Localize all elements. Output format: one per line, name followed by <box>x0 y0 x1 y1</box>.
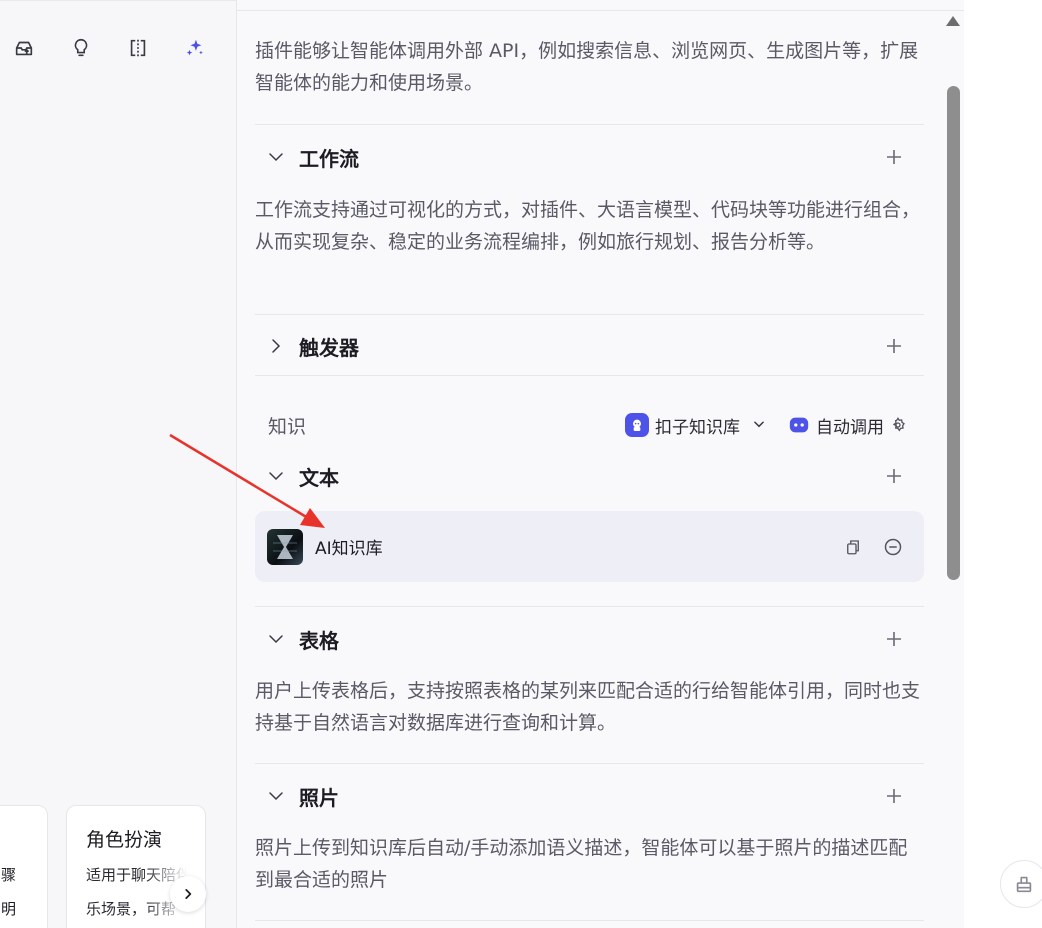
section-title: 表格 <box>299 628 339 653</box>
scrollbar-thumb[interactable] <box>947 86 960 580</box>
left-toolbar <box>10 34 236 62</box>
section-header-photo[interactable]: 照片 <box>255 776 924 816</box>
section-title: 照片 <box>299 785 339 810</box>
kb-type-select[interactable]: 扣子知识库 <box>625 413 788 438</box>
brush-icon <box>1016 876 1032 893</box>
inbox-upload-icon[interactable] <box>10 34 38 62</box>
bot-avatar-icon <box>625 413 649 437</box>
card-text: 骤 <box>1 866 17 884</box>
add-icon[interactable] <box>884 466 904 486</box>
carousel-next-button[interactable] <box>170 876 206 912</box>
skills-panel: 插件能够让智能体调用外部 API，例如搜索信息、浏览网页、生成图片等，扩展智能体… <box>237 0 964 928</box>
floating-tool-button[interactable] <box>1000 860 1042 908</box>
card-text: 明 <box>1 900 17 918</box>
divider <box>237 10 964 11</box>
kb-select-label: 扣子知识库 <box>655 417 740 438</box>
chevron-down-icon[interactable] <box>255 787 299 805</box>
plugins-description: 插件能够让智能体调用外部 API，例如搜索信息、浏览网页、生成图片等，扩展智能体… <box>255 40 919 94</box>
add-icon[interactable] <box>884 336 904 356</box>
chevron-right-icon <box>185 889 192 899</box>
divider <box>0 0 236 1</box>
divider <box>255 763 924 764</box>
kb-name: AI知识库 <box>315 539 383 559</box>
kb-thumbnail <box>267 528 303 565</box>
knowledge-label: 知识 <box>268 415 307 438</box>
left-panel: 骤 明 角色扮演 适用于聊天陪伴 乐场景，可帮 <box>0 0 237 928</box>
section-header-workflow[interactable]: 工作流 <box>255 137 924 177</box>
chevron-down-icon[interactable] <box>255 148 299 166</box>
copy-icon[interactable] <box>842 536 864 558</box>
auto-call-toggle[interactable]: 自动调用 <box>788 413 906 438</box>
card-title: 角色扮演 <box>86 829 163 851</box>
add-icon[interactable] <box>884 629 904 649</box>
add-icon[interactable] <box>884 147 904 167</box>
scroll-up-arrow[interactable] <box>946 16 960 26</box>
section-title: 工作流 <box>299 146 359 171</box>
divider <box>255 314 924 315</box>
section-header-trigger[interactable]: 触发器 <box>255 326 924 366</box>
add-icon[interactable] <box>884 786 904 806</box>
divider <box>255 920 924 921</box>
auto-call-label: 自动调用 <box>816 417 884 438</box>
section-title: 触发器 <box>299 335 359 360</box>
knowledge-header: 知识 扣子知识库 自动调用 <box>255 405 924 445</box>
chevron-down-icon[interactable] <box>255 630 299 648</box>
kb-item[interactable]: AI知识库 <box>255 511 924 582</box>
sparkle-icon[interactable] <box>181 34 209 62</box>
section-title: 文本 <box>299 465 339 490</box>
lightbulb-icon[interactable] <box>67 34 95 62</box>
chevron-right-icon[interactable] <box>255 337 299 355</box>
chevron-down-icon <box>752 416 766 435</box>
table-description: 用户上传表格后，支持按照表格的某列来匹配合适的行给智能体引用，同时也支持基于自然… <box>255 680 921 734</box>
remove-icon[interactable] <box>882 536 904 558</box>
divider <box>255 124 924 125</box>
divider <box>255 606 924 607</box>
section-header-text[interactable]: 文本 <box>255 456 924 496</box>
divider <box>255 375 924 376</box>
gear-icon[interactable] <box>890 417 906 433</box>
chevron-down-icon[interactable] <box>255 467 299 485</box>
workflow-description: 工作流支持通过可视化的方式，对插件、大语言模型、代码块等功能进行组合，从而实现复… <box>255 199 921 253</box>
robot-icon <box>789 417 809 433</box>
split-view-icon[interactable] <box>124 34 152 62</box>
photo-description: 照片上传到知识库后自动/手动添加语义描述，智能体可以基于照片的描述匹配到最合适的… <box>255 837 908 891</box>
section-header-table[interactable]: 表格 <box>255 619 924 659</box>
template-card-partial[interactable]: 骤 明 <box>0 805 48 928</box>
